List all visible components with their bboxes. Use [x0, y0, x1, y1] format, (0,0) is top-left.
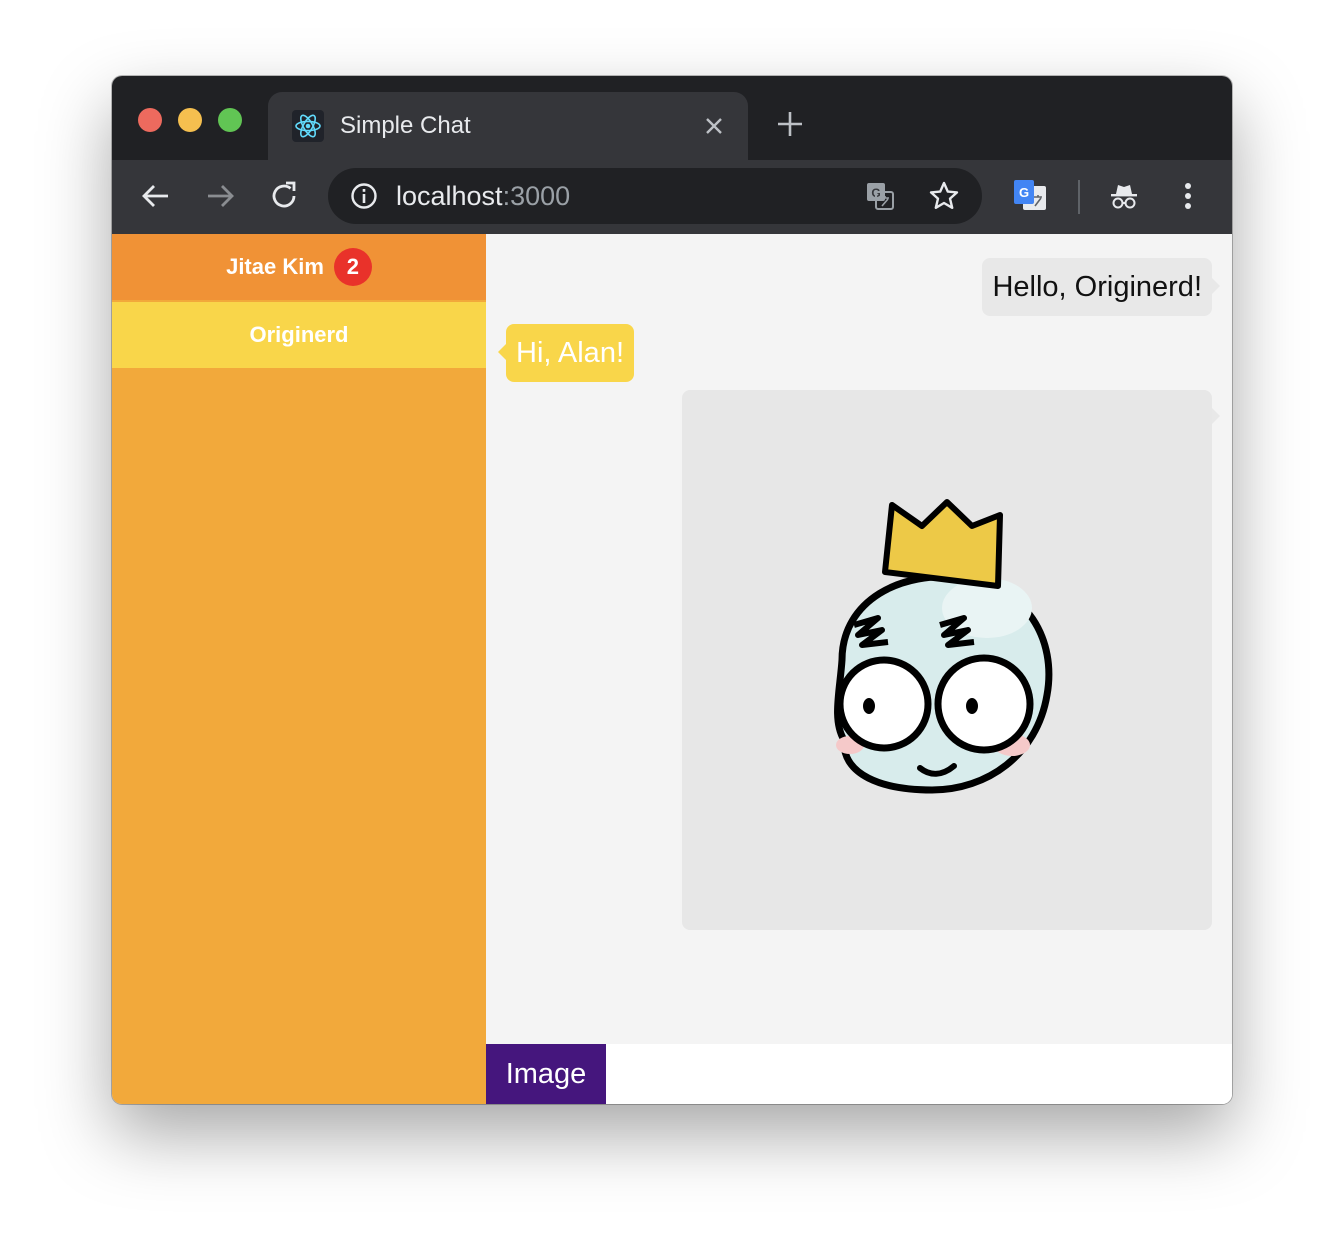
address-bar[interactable]: localhost:3000 G: [328, 168, 982, 224]
unread-badge: 2: [333, 248, 372, 286]
bubble-tail: [1212, 278, 1220, 294]
react-logo-icon: [292, 110, 324, 142]
bubble-tail: [1212, 408, 1220, 424]
bookmark-star-icon[interactable]: [928, 180, 960, 212]
translate-page-icon[interactable]: G: [864, 180, 896, 212]
contact-name: Originerd: [249, 322, 349, 347]
forward-arrow-icon[interactable]: [204, 180, 236, 212]
tab-strip: Simple Chat: [112, 76, 1232, 160]
contact-sidebar: Jitae Kim 2 Originerd: [112, 234, 486, 1104]
url-host: localhost: [396, 181, 503, 211]
tab-title: Simple Chat: [340, 112, 471, 139]
google-translate-extension-icon[interactable]: G: [1012, 178, 1048, 214]
toolbar-separator: [1078, 180, 1080, 214]
image-upload-button[interactable]: Image: [486, 1044, 606, 1104]
incognito-icon[interactable]: [1106, 178, 1142, 214]
new-tab-icon[interactable]: [776, 110, 804, 138]
svg-text:G: G: [1019, 185, 1029, 200]
maximize-window-button[interactable]: [218, 108, 242, 132]
message-text: Hello, Originerd!: [992, 271, 1202, 303]
crown-face-sticker-image: [834, 499, 1053, 794]
close-tab-icon[interactable]: [702, 114, 726, 138]
tab-simple-chat[interactable]: Simple Chat: [268, 92, 748, 160]
minimize-window-button[interactable]: [178, 108, 202, 132]
page-content: Jitae Kim 2 Originerd Hello, Originerd! …: [112, 234, 1232, 1104]
bubble-tail: [498, 344, 506, 360]
browser-toolbar: localhost:3000 G G: [112, 160, 1232, 234]
message-input[interactable]: [606, 1044, 1232, 1104]
contact-item-originerd[interactable]: Originerd: [112, 302, 486, 368]
more-menu-icon[interactable]: [1170, 178, 1206, 214]
message-image[interactable]: [682, 390, 1220, 930]
reload-icon[interactable]: [268, 180, 300, 212]
url-text: localhost:3000: [396, 180, 570, 212]
message-incoming: Hi, Alan!: [498, 324, 634, 382]
message-composer: Image: [486, 1044, 1232, 1104]
message-outgoing: Hello, Originerd!: [982, 258, 1220, 316]
contact-item-jitae-kim[interactable]: Jitae Kim 2: [112, 234, 486, 300]
chat-panel: Hello, Originerd! Hi, Alan! Image: [486, 234, 1232, 1104]
close-window-button[interactable]: [138, 108, 162, 132]
message-text: Hi, Alan!: [516, 337, 624, 369]
browser-window: Simple Chat localhost:3000 G G Jitae Kim…: [112, 76, 1232, 1104]
info-icon[interactable]: [350, 182, 378, 210]
contact-name: Jitae Kim: [226, 254, 324, 279]
url-port: :3000: [502, 181, 571, 211]
back-arrow-icon[interactable]: [140, 180, 172, 212]
